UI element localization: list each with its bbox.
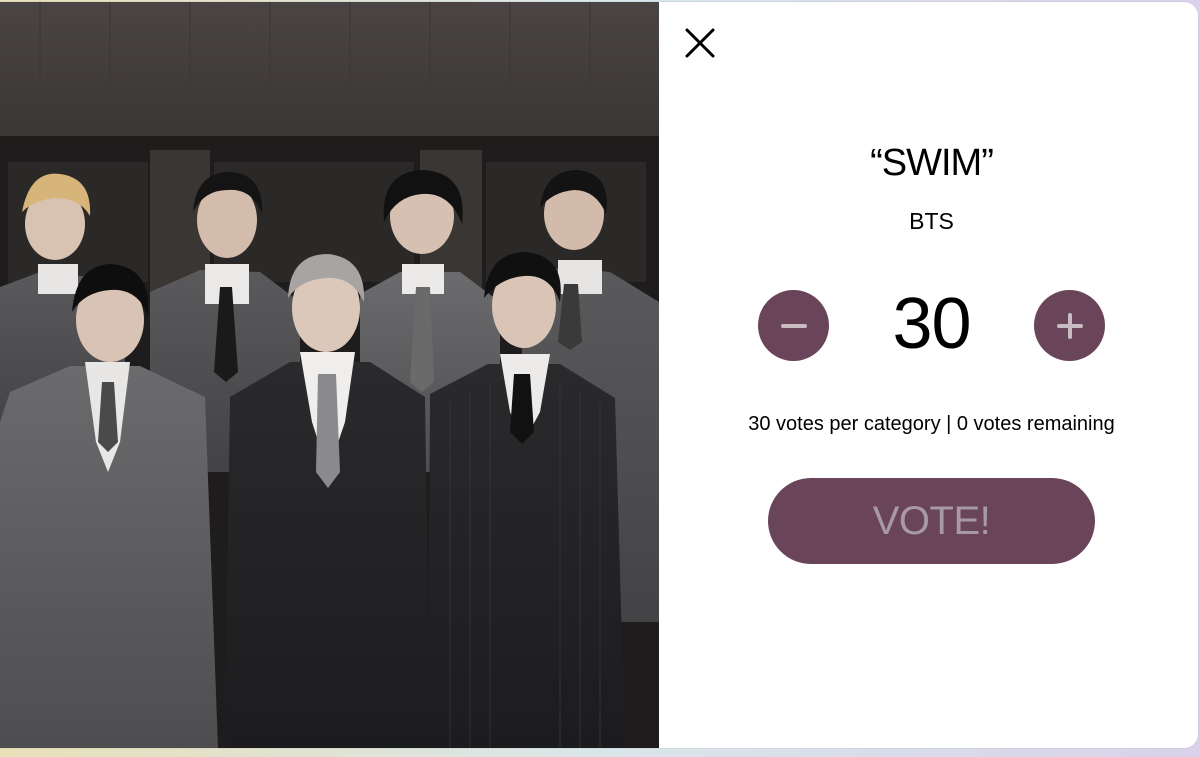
vote-stepper: 30: [758, 284, 1105, 364]
vote-count: 30: [892, 284, 971, 364]
song-title: “SWIM”: [870, 142, 994, 184]
close-button[interactable]: [681, 24, 719, 62]
increment-button[interactable]: [1034, 290, 1105, 361]
vote-modal: “SWIM” BTS 30 30 votes per category | 0 …: [0, 2, 1198, 748]
decrement-button[interactable]: [758, 290, 829, 361]
votes-info: 30 votes per category | 0 votes remainin…: [748, 413, 1115, 435]
artist-photo: [0, 2, 659, 748]
vote-panel: “SWIM” BTS 30 30 votes per category | 0 …: [659, 2, 1198, 748]
plus-icon: [1056, 312, 1083, 339]
artist-name: BTS: [909, 208, 954, 234]
vote-button-label: VOTE!: [872, 498, 991, 543]
minus-icon: [780, 323, 807, 328]
close-icon: [685, 28, 715, 58]
vote-button[interactable]: VOTE!: [768, 478, 1095, 564]
